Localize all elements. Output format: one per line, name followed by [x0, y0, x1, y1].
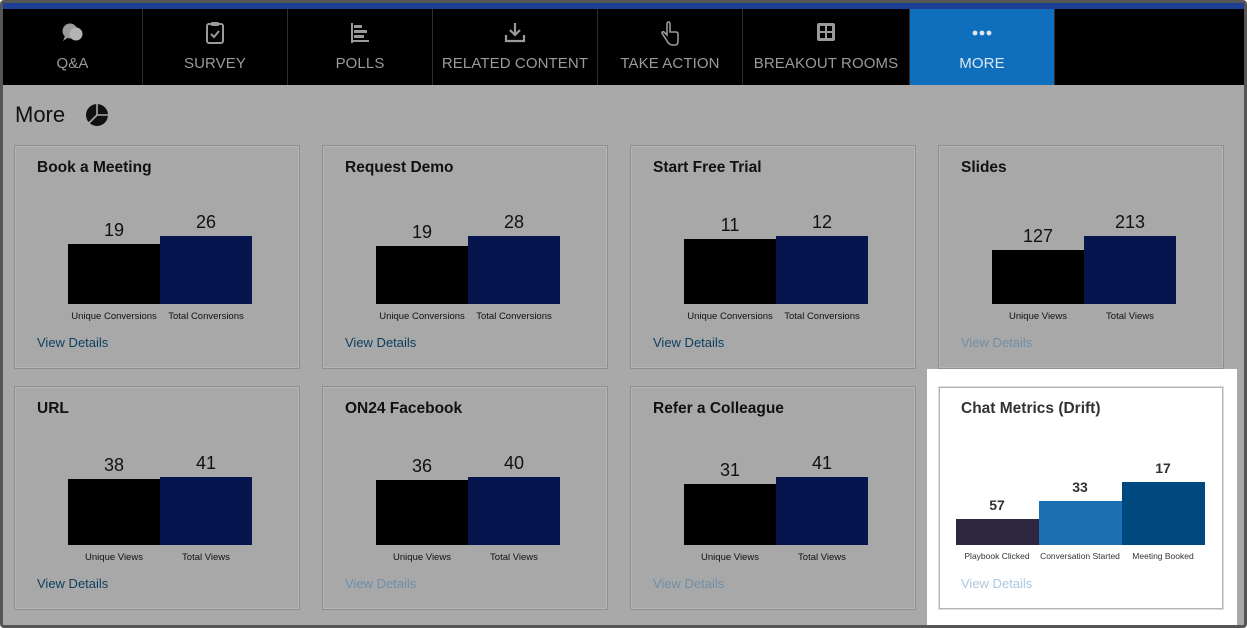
bar-category-label: Meeting Booked — [1132, 551, 1194, 561]
card-title: Chat Metrics (Drift) — [961, 400, 1101, 417]
bar-value-label: 11 — [720, 215, 740, 235]
metric-card: Chat Metrics (Drift) 57 Playbook Clicked 33… — [938, 386, 1224, 610]
metric-card: Refer a Colleague 31 Unique Views 41 Total V… — [630, 386, 916, 610]
bar-category-label: Total Conversions — [476, 311, 552, 322]
bar — [992, 250, 1084, 304]
metric-card: Book a Meeting 19 Unique Conversions 26 Tota… — [14, 145, 300, 369]
card-title: Refer a Colleague — [653, 400, 784, 417]
bar-category-label: Total Conversions — [168, 311, 244, 322]
tab-polls[interactable]: POLLS — [288, 9, 433, 85]
pointer-hand-icon — [598, 21, 742, 46]
bar — [684, 484, 776, 545]
bar-value-label: 41 — [195, 453, 217, 473]
bar-list-icon — [288, 21, 432, 45]
bar-value-label: 31 — [719, 460, 741, 480]
bar-category-label: Playbook Clicked — [964, 551, 1030, 561]
bar-category-label: Total Views — [490, 552, 538, 563]
bar-value-label: 38 — [103, 455, 125, 475]
bar-value-label: 19 — [411, 222, 433, 242]
tab-survey[interactable]: SURVEY — [143, 9, 288, 85]
metric-card: ON24 Facebook 36 Unique Views 40 Total Views… — [322, 386, 608, 610]
view-details-link[interactable]: View Details — [345, 335, 416, 350]
grid-rooms-icon — [743, 21, 909, 45]
bar — [468, 236, 560, 304]
bar-value-label: 127 — [1022, 226, 1054, 246]
view-details-link[interactable]: View Details — [37, 335, 108, 350]
metric-card: Start Free Trial 11 Unique Conversions 12 To… — [630, 145, 916, 369]
metric-card: Request Demo 19 Unique Conversions 28 Total … — [322, 145, 608, 369]
bar — [468, 477, 560, 545]
bar-value-label: 19 — [103, 220, 125, 240]
bar — [684, 239, 776, 304]
bar-value-label: 41 — [811, 453, 833, 473]
more-dots-icon — [910, 21, 1054, 45]
page-title: More — [15, 102, 66, 127]
card-title: Start Free Trial — [653, 159, 762, 176]
card-title: Request Demo — [345, 159, 454, 176]
metric-card: URL 38 Unique Views 41 Total Views View Detai… — [14, 386, 300, 610]
download-icon — [433, 21, 597, 45]
bar — [68, 479, 160, 545]
metric-card: Slides 127 Unique Views 213 Total Views View … — [938, 145, 1224, 369]
tab-label: SURVEY — [183, 55, 246, 72]
bar-category-label: Total Views — [182, 552, 230, 563]
bar — [776, 477, 868, 545]
view-details-link[interactable]: View Details — [961, 335, 1032, 350]
tab-label: BREAKOUT ROOMS — [753, 55, 899, 72]
tab-label: POLLS — [335, 55, 385, 72]
tab-label: Q&A — [56, 55, 89, 72]
screen-frame: Q&A SURVEY POLLS RELATED CONTENT TAKE AC… — [0, 0, 1247, 628]
bar-value-label: 57 — [989, 497, 1005, 513]
tab-label: RELATED CONTENT — [441, 55, 589, 72]
pie-chart-icon — [85, 103, 109, 132]
bar-value-label: 213 — [1114, 212, 1146, 232]
bar-category-label: Total Conversions — [784, 311, 860, 322]
view-details-link[interactable]: View Details — [961, 576, 1032, 591]
bar-value-label: 17 — [1155, 460, 1171, 476]
card-title: Book a Meeting — [37, 159, 152, 176]
bar-value-label: 33 — [1072, 479, 1088, 495]
clipboard-check-icon — [143, 21, 287, 45]
tab-label: MORE — [959, 55, 1005, 72]
bar — [376, 480, 468, 545]
view-details-link[interactable]: View Details — [37, 576, 108, 591]
tab-more[interactable]: MORE — [910, 9, 1055, 85]
bar — [1122, 482, 1205, 545]
bar — [956, 519, 1039, 545]
bar — [68, 244, 160, 304]
tab-take-action[interactable]: TAKE ACTION — [598, 9, 743, 85]
bar — [1039, 501, 1122, 545]
view-details-link[interactable]: View Details — [345, 576, 416, 591]
bar-category-label: Conversation Started — [1040, 551, 1120, 561]
bar-value-label: 26 — [195, 212, 217, 232]
tab-related-content[interactable]: RELATED CONTENT — [433, 9, 598, 85]
bar-value-label: 36 — [411, 456, 433, 476]
bar-value-label: 28 — [503, 212, 525, 232]
bar — [1084, 236, 1176, 304]
bar-category-label: Total Views — [1106, 311, 1154, 322]
bar-value-label: 12 — [811, 212, 833, 232]
card-title: Slides — [961, 159, 1007, 176]
card-title: ON24 Facebook — [345, 400, 463, 417]
chat-bubbles-icon — [3, 21, 142, 45]
bar — [160, 477, 252, 545]
tab-breakout-rooms[interactable]: BREAKOUT ROOMS — [743, 9, 910, 85]
bar — [376, 246, 468, 304]
view-details-link[interactable]: View Details — [653, 576, 724, 591]
bar-category-label: Total Views — [798, 552, 846, 563]
tab-label: TAKE ACTION — [620, 55, 720, 72]
bar — [160, 236, 252, 304]
top-nav-bar: Q&A SURVEY POLLS RELATED CONTENT TAKE AC… — [3, 3, 1244, 85]
tab-qa[interactable]: Q&A — [3, 9, 143, 85]
view-details-link[interactable]: View Details — [653, 335, 724, 350]
card-title: URL — [37, 400, 69, 417]
bar-value-label: 40 — [503, 453, 525, 473]
bar — [776, 236, 868, 304]
